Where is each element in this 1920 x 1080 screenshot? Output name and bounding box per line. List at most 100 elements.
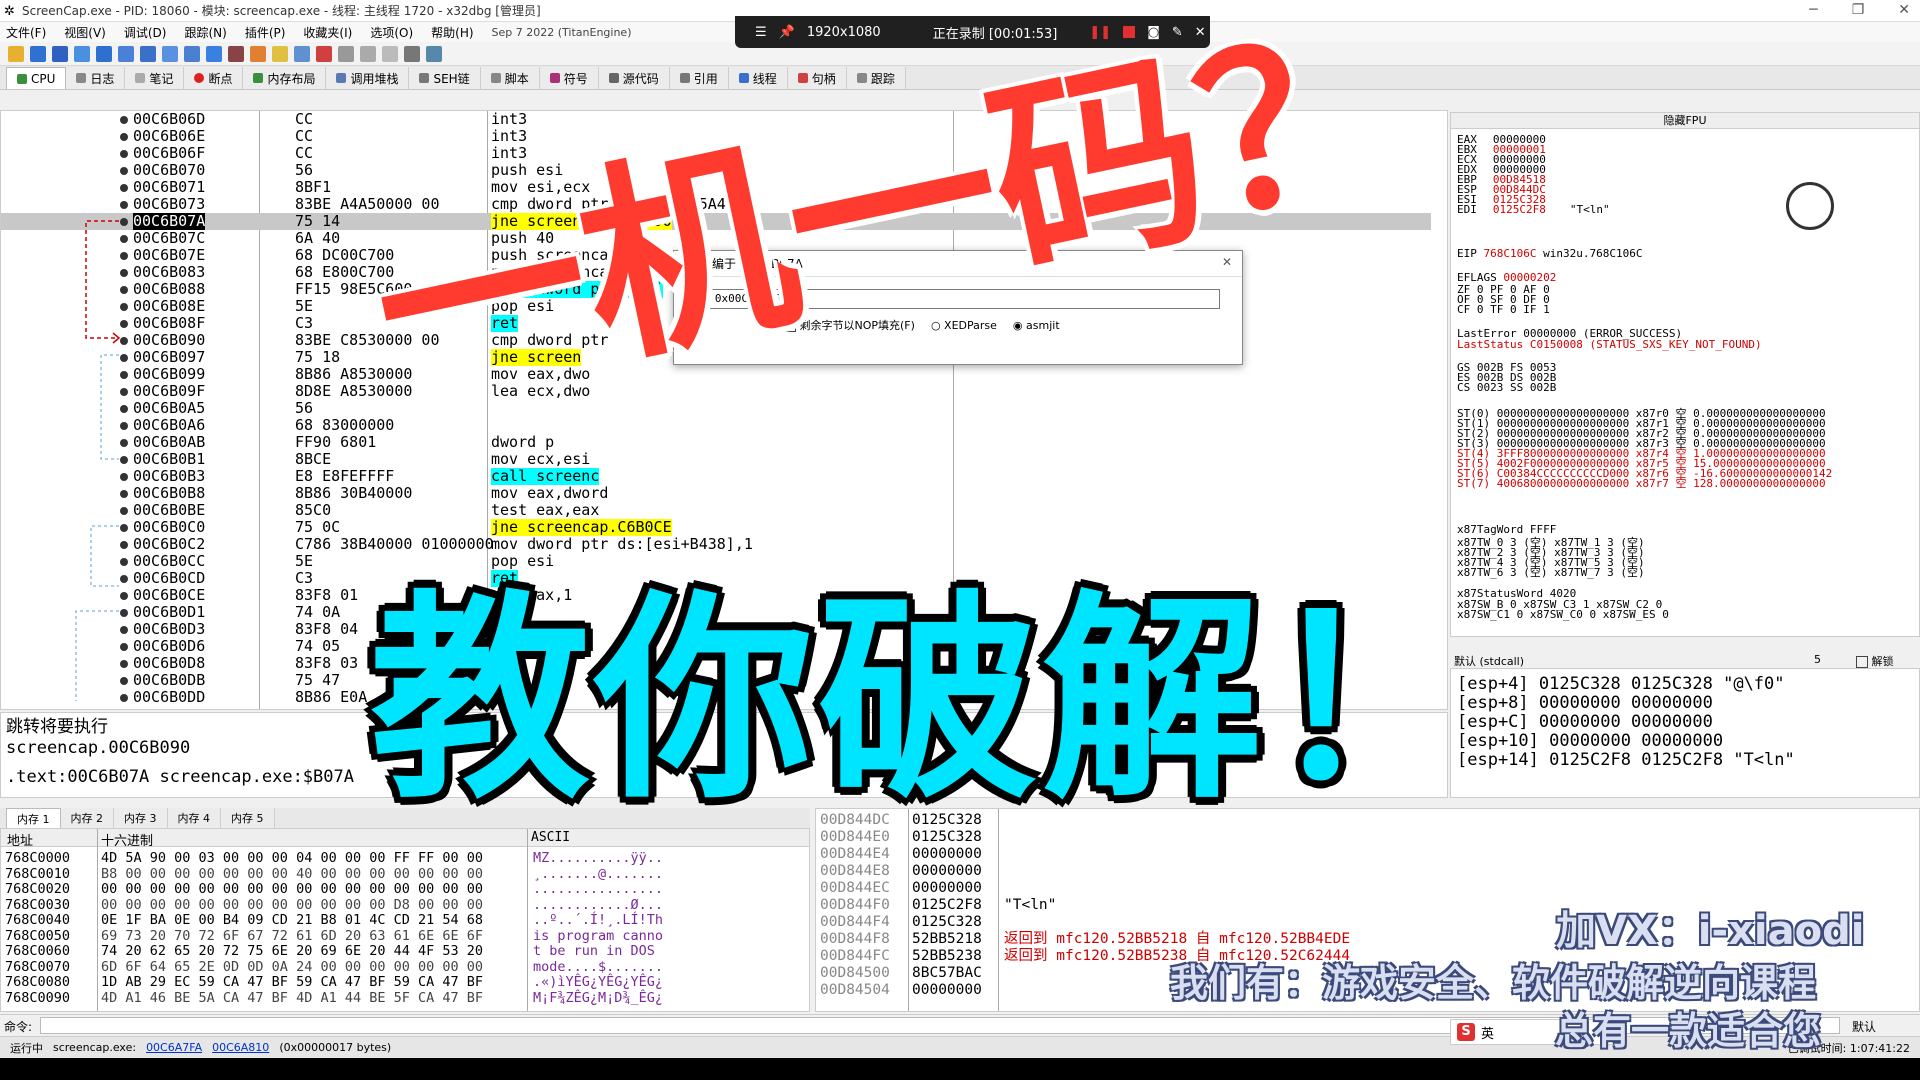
comment-icon[interactable] [272,45,288,62]
disasm-row[interactable]: 00C6B0BE 85C0 test eax,eax [1,502,1431,519]
tab-memory-map[interactable]: 内存布局 [243,67,327,89]
label-icon[interactable] [294,45,310,62]
dump-hex[interactable]: 00 00 00 00 00 00 00 00 00 00 00 00 D8 0… [101,898,483,912]
menu-options[interactable]: 选项(O) [370,24,413,41]
stack-value[interactable]: 0125C2F8 [912,898,982,913]
step-over-icon[interactable] [140,45,156,62]
dump-hex[interactable]: 4D A1 46 BE 5A CA 47 BF 4D A1 44 BE 5F C… [101,991,483,1005]
tab-call-stack[interactable]: 调用堆栈 [326,67,410,89]
stack-value[interactable]: 00000000 [912,864,982,879]
stack-value[interactable]: 52BB5238 [912,949,982,964]
tab-seh[interactable]: SEH链 [409,67,481,89]
tab-script[interactable]: 脚本 [480,67,540,89]
stack-arg-row[interactable]: [esp+4] 0125C328 0125C328 "@\f0" [1457,675,1919,694]
close-button[interactable]: ✕ [1898,2,1910,18]
disasm-row[interactable]: 00C6B0AB FF90 6801 dword p [1,434,1431,451]
stack-arg-row[interactable]: [esp+8] 00000000 00000000 [1457,694,1919,713]
arg-count-spinner[interactable]: 5 [1814,653,1821,666]
tab-symbols[interactable]: 符号 [539,67,599,89]
dump-hex[interactable]: 74 20 62 65 20 72 75 6E 20 69 6E 20 44 4… [101,944,483,958]
disasm-bytes: 83F8 04 [295,620,359,638]
menu-help[interactable]: 帮助(H) [431,24,473,41]
maximize-button[interactable]: ❐ [1852,2,1865,18]
tab-breakpoints[interactable]: 断点 [184,67,244,89]
hash-icon[interactable] [360,45,376,62]
menu-plugins[interactable]: 插件(P) [245,24,286,41]
disasm-row[interactable]: 00C6B0B3 E8 E8FEFFFF call screenc [1,468,1431,485]
tab-dump-3[interactable]: 内存 3 [114,808,168,828]
disasm-row[interactable]: 00C6B0C0 75 0C jne screencap.C6B0CE [1,519,1431,536]
run-icon[interactable] [74,45,90,62]
stack-value[interactable]: 00000000 [912,983,982,998]
dump-hex[interactable]: 6D 6F 64 65 2E 0D 0D 0A 24 00 00 00 00 0… [101,960,483,974]
disasm-row[interactable]: 00C6B0CC 5E pop esi [1,553,1431,570]
stack-value[interactable]: 0125C328 [912,830,982,845]
restart-icon[interactable] [30,45,46,62]
step-into-icon[interactable] [118,45,134,62]
tab-handles[interactable]: 句柄 [787,67,847,89]
stop-icon[interactable] [52,45,68,62]
trace-into-icon[interactable] [162,45,178,62]
disasm-row[interactable]: 00C6B0C2 C786 38B40000 01000000 mov dword … [1,536,1431,553]
script-icon[interactable] [228,45,244,62]
tab-dump-5[interactable]: 内存 5 [221,808,275,828]
disasm-row[interactable]: 00C6B0B8 8B86 30B40000 mov eax,dword [1,485,1431,502]
run-to-user-icon[interactable] [206,45,222,62]
pause-record-icon[interactable]: ❚❚ [1089,25,1111,40]
memory-dump[interactable]: 地址 十六进制 ASCII 768C0000 4D 5A 90 00 03 00 … [0,828,810,1012]
tab-references[interactable]: 引用 [669,67,729,89]
dump-hex[interactable]: 1D AB 29 EC 59 CA 47 BF 59 CA 47 BF 59 C… [101,975,483,989]
tab-dump-2[interactable]: 内存 2 [60,808,114,828]
disasm-row[interactable]: 00C6B0A6 68 83000000 [1,417,1431,434]
tab-source[interactable]: 源代码 [598,67,670,89]
dump-hex[interactable]: 4D 5A 90 00 03 00 00 00 04 00 00 00 FF F… [101,851,483,865]
dump-hex[interactable]: 69 73 20 70 72 6F 67 72 61 6D 20 63 61 6… [101,929,483,943]
pin-icon[interactable]: 📌 [779,25,795,40]
stack-value[interactable]: 00000000 [912,881,982,896]
tab-threads[interactable]: 线程 [728,67,788,89]
ime-language[interactable]: 英 [1481,1023,1494,1042]
font-icon[interactable] [382,45,398,62]
stack-arg-row[interactable]: [esp+10] 00000000 00000000 [1457,732,1919,751]
status-address-end[interactable]: 00C6A810 [212,1041,269,1054]
disasm-row[interactable]: 00C6B09F 8D8E A8530000 lea ecx,dwo [1,383,1431,400]
tab-log[interactable]: 日志 [66,67,126,89]
calculator-icon[interactable] [404,45,420,62]
menu-view[interactable]: 视图(V) [64,24,106,41]
tab-notes[interactable]: 笔记 [125,67,185,89]
pause-icon[interactable] [96,45,112,62]
disasm-row[interactable]: 00C6B0A5 56 [1,400,1431,417]
eip-value[interactable]: 768C106C [1484,247,1537,260]
tab-cpu[interactable]: CPU [6,67,67,89]
stack-arg-row[interactable]: [esp+C] 00000000 00000000 [1457,713,1919,732]
trace-over-icon[interactable] [184,45,200,62]
function-icon[interactable] [338,45,354,62]
hide-fpu-button[interactable]: 隐藏FPU [1451,113,1919,129]
stack-value[interactable]: 8BC57BAC [912,966,982,981]
settings-icon[interactable] [426,45,442,62]
stack-value[interactable]: 00000000 [912,847,982,862]
open-icon[interactable] [8,45,24,62]
bookmark-icon[interactable] [316,45,332,62]
stack-value[interactable]: 52BB5218 [912,932,982,947]
dump-hex[interactable]: 00 00 00 00 00 00 00 00 00 00 00 00 00 0… [101,882,483,896]
status-address-start[interactable]: 00C6A7FA [146,1041,202,1054]
unlock-checkbox[interactable]: 解锁 [1856,653,1894,669]
patch-icon[interactable] [250,45,266,62]
stack-arg-row[interactable]: [esp+14] 0125C2F8 0125C2F8 "T<ln" [1457,751,1919,770]
asmjit-radio[interactable]: ◉ asmjit [1013,319,1060,332]
dump-hex[interactable]: B8 00 00 00 00 00 00 00 40 00 00 00 00 0… [101,867,483,881]
menu-trace[interactable]: 跟踪(N) [184,24,226,41]
tab-dump-4[interactable]: 内存 4 [167,808,221,828]
menu-debug[interactable]: 调试(D) [124,24,167,41]
menu-file[interactable]: 文件(F) [6,24,46,41]
stack-value[interactable]: 0125C328 [912,915,982,930]
tab-dump-1[interactable]: 内存 1 [6,808,61,828]
disasm-row[interactable]: 00C6B0B1 8BCE mov ecx,esi [1,451,1431,468]
command-mode-select[interactable]: 默认 [1852,1018,1876,1035]
menu-icon[interactable]: ☰ [755,25,767,40]
dump-hex[interactable]: 0E 1F BA 0E 00 B4 09 CD 21 B8 01 4C CD 2… [101,913,483,927]
minimize-button[interactable]: ─ [1809,2,1817,18]
menu-favourites[interactable]: 收藏夹(I) [303,24,352,41]
register-value[interactable]: 0125C2F8 [1493,203,1546,216]
